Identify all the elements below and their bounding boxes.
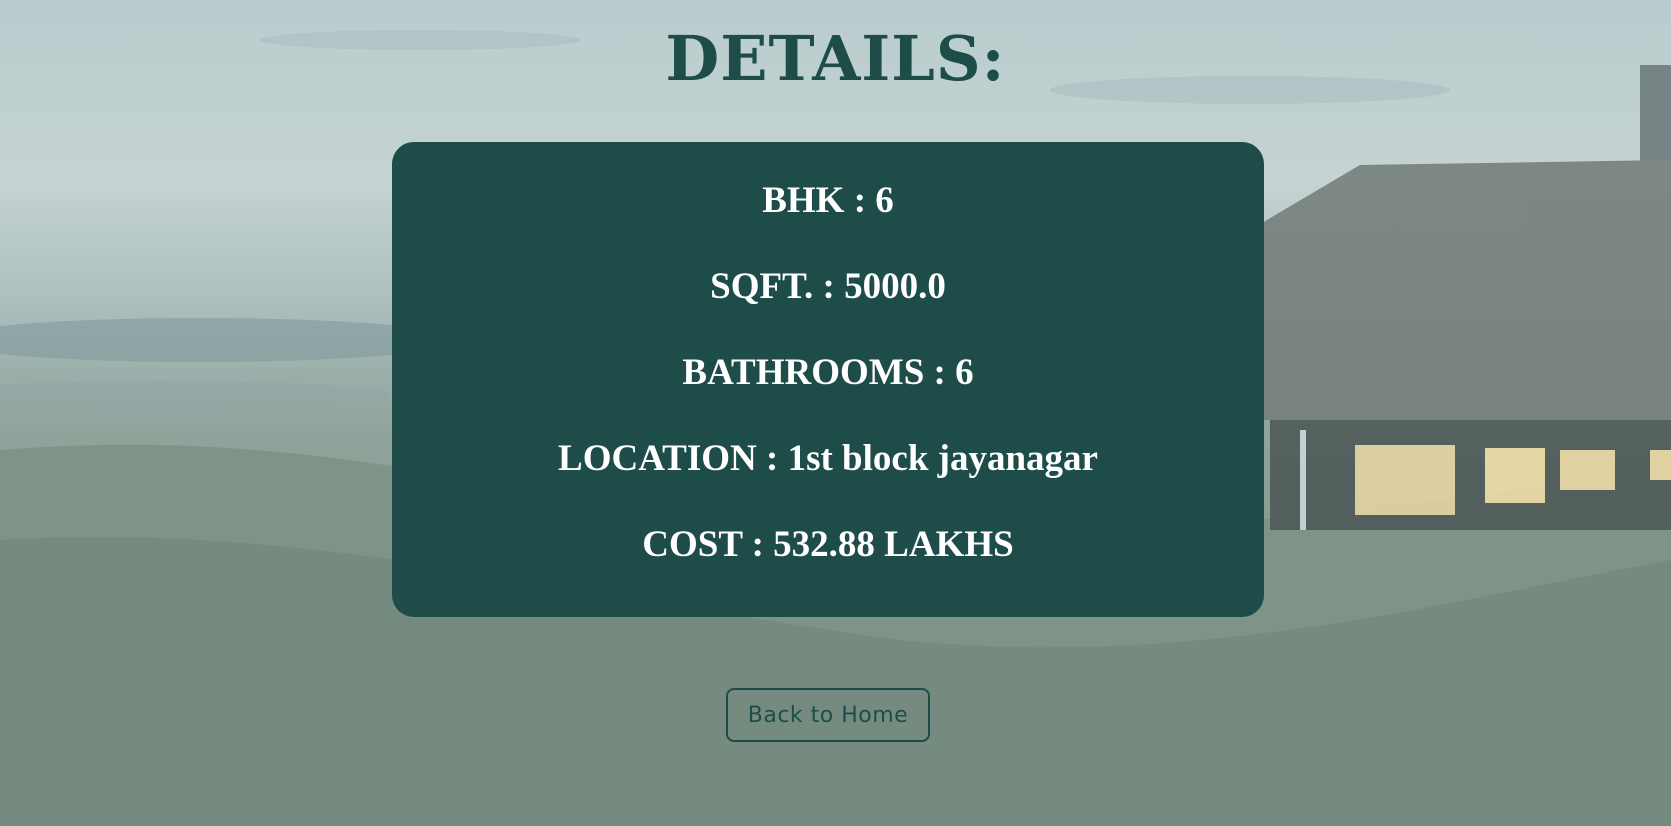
page-title: DETAILS: xyxy=(665,22,1006,95)
detail-location: LOCATION : 1st block jayanagar xyxy=(558,438,1098,479)
detail-sqft: SQFT. : 5000.0 xyxy=(710,266,946,307)
details-card: BHK : 6 SQFT. : 5000.0 BATHROOMS : 6 LOC… xyxy=(392,142,1264,617)
back-to-home-button[interactable]: Back to Home xyxy=(726,688,930,742)
detail-cost: COST : 532.88 LAKHS xyxy=(642,524,1014,565)
detail-bathrooms: BATHROOMS : 6 xyxy=(682,352,974,393)
detail-bhk: BHK : 6 xyxy=(762,180,894,221)
